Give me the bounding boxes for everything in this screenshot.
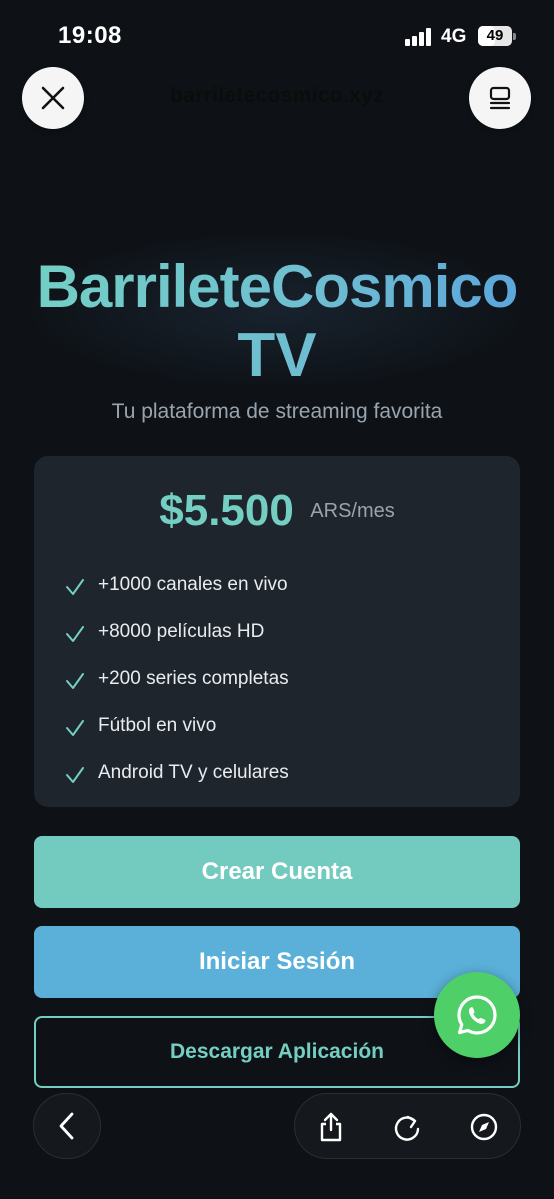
feature-item: Android TV y celulares bbox=[64, 748, 289, 795]
feature-item: Fútbol en vivo bbox=[64, 701, 289, 748]
feature-list: +1000 canales en vivo +8000 películas HD… bbox=[64, 560, 289, 795]
price-row: $5.500 ARS/mes bbox=[34, 486, 520, 536]
brand-subtitle: TV bbox=[0, 320, 554, 391]
reload-button[interactable] bbox=[391, 1111, 423, 1143]
feature-text: Fútbol en vivo bbox=[98, 714, 217, 736]
create-account-button[interactable]: Crear Cuenta bbox=[34, 836, 520, 908]
back-icon bbox=[59, 1112, 74, 1140]
battery-level: 49 bbox=[486, 27, 504, 44]
price-unit: ARS/mes bbox=[310, 499, 395, 522]
network-type: 4G bbox=[441, 26, 467, 47]
tagline: Tu plataforma de streaming favorita bbox=[111, 400, 443, 423]
whatsapp-icon bbox=[457, 995, 497, 1035]
url-text[interactable]: barriletecosmico.xyz bbox=[120, 84, 434, 108]
share-button[interactable] bbox=[315, 1111, 347, 1143]
compass-button[interactable] bbox=[468, 1111, 500, 1143]
check-icon bbox=[66, 578, 84, 595]
reader-menu-button[interactable] bbox=[469, 67, 531, 129]
browser-toolbar bbox=[294, 1093, 521, 1159]
feature-item: +8000 películas HD bbox=[64, 607, 289, 654]
check-icon bbox=[66, 672, 84, 689]
whatsapp-button[interactable] bbox=[434, 972, 520, 1058]
feature-text: +1000 canales en vivo bbox=[98, 573, 288, 595]
pricing-card: $5.500 ARS/mes +1000 canales en vivo +80… bbox=[34, 456, 520, 807]
app-screen: 19:08 4G 49 barriletecosmico.xyz Barrile… bbox=[0, 0, 554, 1199]
brand-title: BarrileteCosmico bbox=[0, 252, 554, 321]
feature-text: Android TV y celulares bbox=[98, 761, 289, 783]
close-icon bbox=[41, 86, 65, 110]
reader-menu-icon bbox=[489, 86, 511, 110]
signal-strength-icon bbox=[405, 28, 433, 46]
back-button[interactable] bbox=[33, 1093, 101, 1159]
reload-icon bbox=[394, 1115, 420, 1141]
feature-item: +1000 canales en vivo bbox=[64, 560, 289, 607]
price-amount: $5.500 bbox=[159, 486, 294, 535]
feature-text: +200 series completas bbox=[98, 667, 289, 689]
status-time: 19:08 bbox=[58, 22, 122, 49]
feature-text: +8000 películas HD bbox=[98, 620, 265, 642]
feature-item: +200 series completas bbox=[64, 654, 289, 701]
status-bar: 19:08 4G 49 bbox=[0, 0, 554, 70]
share-icon bbox=[320, 1112, 342, 1142]
check-icon bbox=[66, 625, 84, 642]
check-icon bbox=[66, 766, 84, 783]
close-button[interactable] bbox=[22, 67, 84, 129]
battery-icon: 49 bbox=[478, 26, 516, 46]
check-icon bbox=[66, 719, 84, 736]
compass-icon bbox=[470, 1113, 498, 1141]
